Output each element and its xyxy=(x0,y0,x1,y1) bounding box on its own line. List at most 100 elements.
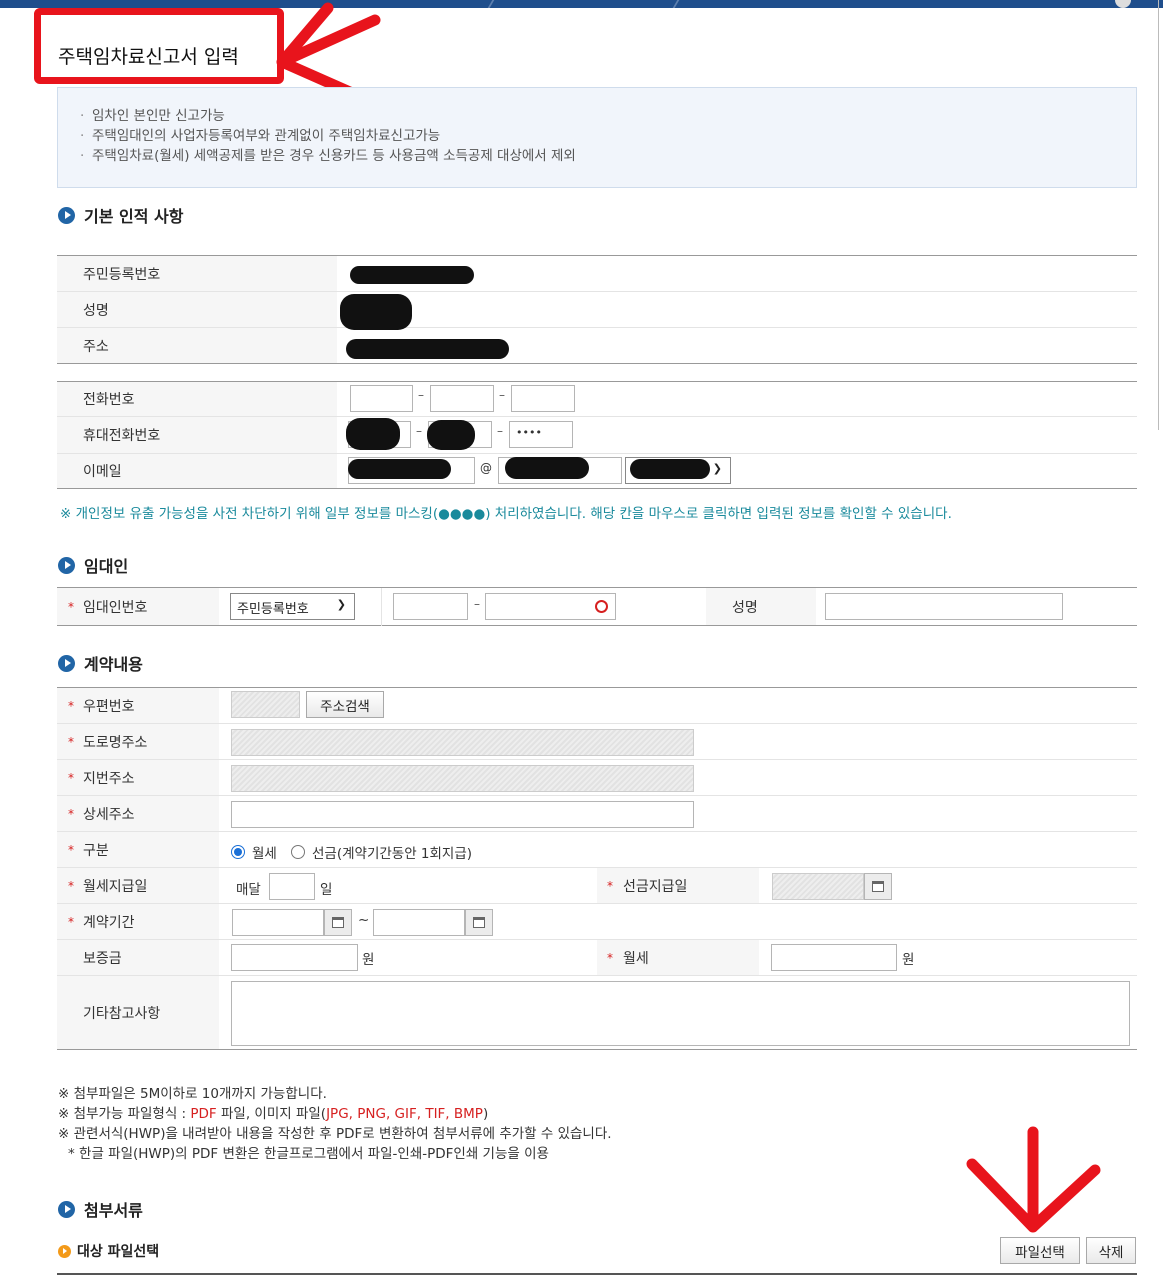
dash: – xyxy=(416,424,422,438)
period-start-field[interactable] xyxy=(232,909,324,936)
road-address-field[interactable] xyxy=(231,729,694,756)
table-row: 성명 xyxy=(57,292,1137,330)
info-box: 임차인 본인만 신고가능 주택임대인의 사업자등록여부와 관계없이 주택임차료신… xyxy=(57,87,1137,188)
won-unit: 원 xyxy=(362,952,375,968)
masked-value xyxy=(427,420,475,450)
table-row: 전화번호 xyxy=(57,382,1137,417)
type-label: * 구분 xyxy=(57,832,219,867)
note-text: 파일, 이미지 파일( xyxy=(216,1106,327,1122)
prepaid-date-field[interactable] xyxy=(772,873,864,900)
table-row: * 구분 xyxy=(57,832,1137,868)
masked-value xyxy=(505,457,589,479)
chevron-down-icon: ❯ xyxy=(336,598,346,611)
masked-value xyxy=(346,418,400,450)
landlord-id-label: * 임대인번호 xyxy=(57,588,219,625)
bullet-arrow-icon xyxy=(58,654,75,672)
label-text: 상세주소 xyxy=(83,806,135,823)
label-text: 우편번호 xyxy=(83,698,135,715)
mobile-label: 휴대전화번호 xyxy=(57,417,337,453)
detail-address-label: * 상세주소 xyxy=(57,796,219,831)
section-landlord-heading: 임대인 xyxy=(58,553,128,577)
masked-value xyxy=(630,459,710,479)
label-text: 선금지급일 xyxy=(623,878,688,895)
remarks-label: 기타참고사항 xyxy=(57,976,219,1049)
info-item: 임차인 본인만 신고가능 xyxy=(80,106,1114,126)
landlord-id-field-1[interactable] xyxy=(393,593,468,620)
zip-field[interactable] xyxy=(231,691,300,718)
label-text: 도로명주소 xyxy=(83,734,148,751)
address-label: 주소 xyxy=(57,328,337,363)
bullet-arrow-icon xyxy=(58,206,75,224)
required-mark: * xyxy=(607,878,613,893)
period-label: * 계약기간 xyxy=(57,904,219,939)
label-text: 지번주소 xyxy=(83,770,135,787)
masked-value xyxy=(348,459,451,479)
day-suffix: 일 xyxy=(320,882,333,898)
info-item: 주택임차료(월세) 세액공제를 받은 경우 신용카드 등 사용금액 소득공제 대… xyxy=(80,146,1114,166)
note-line: ※ 첨부가능 파일형식 : PDF 파일, 이미지 파일(JPG, PNG, G… xyxy=(58,1104,612,1124)
lot-address-field[interactable] xyxy=(231,765,694,792)
section-attachments-heading: 첨부서류 xyxy=(58,1197,143,1221)
privacy-notice: ※ 개인정보 유출 가능성을 사전 차단하기 위해 일부 정보를 마스킹(●●●… xyxy=(60,506,952,522)
note-line: * 한글 파일(HWP)의 PDF 변환은 한글프로그램에서 파일-인쇄-PDF… xyxy=(68,1146,549,1162)
calendar-icon[interactable] xyxy=(864,873,892,900)
annotation-highlight-box xyxy=(34,8,284,84)
monthly-rent-field[interactable] xyxy=(771,944,897,971)
monthly-prefix: 매달 xyxy=(236,882,261,898)
table-row: * 우편번호 xyxy=(57,688,1137,724)
bullet-arrow-icon xyxy=(58,1200,75,1218)
label-text: 성명 xyxy=(732,599,758,616)
note-line: ※ 관련서식(HWP)을 내려받아 내용을 작성한 후 PDF로 변환하여 첨부… xyxy=(58,1126,612,1142)
detail-address-field[interactable] xyxy=(231,801,694,828)
phone-field-1[interactable] xyxy=(350,385,413,412)
deposit-field[interactable] xyxy=(231,944,358,971)
dash: – xyxy=(418,388,424,402)
menu-icon[interactable] xyxy=(1115,0,1131,8)
type-prepaid-radio[interactable] xyxy=(291,845,305,859)
note-text: ) xyxy=(482,1106,489,1122)
landlord-id-type-select[interactable]: 주민등록번호 ❯ xyxy=(230,593,355,620)
chevron-down-icon: ❯ xyxy=(712,462,722,475)
breadcrumb-separator xyxy=(487,0,495,8)
required-mark: * xyxy=(68,599,74,614)
masked-value xyxy=(350,266,474,284)
required-mark: * xyxy=(68,770,74,785)
note-text: ※ 첨부가능 파일형식 : xyxy=(58,1106,191,1122)
dash: – xyxy=(474,597,480,611)
label-text: 월세지급일 xyxy=(83,878,148,895)
resident-no-label: 주민등록번호 xyxy=(57,256,337,291)
section-basic-heading: 기본 인적 사항 xyxy=(58,203,183,227)
required-mark: * xyxy=(68,806,74,821)
table-row: 주민등록번호 xyxy=(57,256,1137,292)
required-mark: * xyxy=(607,950,613,965)
bullet-arrow-icon xyxy=(58,1244,71,1258)
masked-value xyxy=(346,339,509,359)
phone-field-2[interactable] xyxy=(430,385,494,412)
label-text: 기타참고사항 xyxy=(83,1005,161,1022)
monthly-pay-day-field[interactable] xyxy=(269,873,315,900)
monthly-pay-day-label: * 월세지급일 xyxy=(57,868,219,903)
delete-button[interactable]: 삭제 xyxy=(1086,1237,1136,1264)
address-search-button[interactable]: 주소검색 xyxy=(306,691,384,718)
email-label: 이메일 xyxy=(57,454,337,488)
table-top-border xyxy=(57,1273,1137,1275)
remarks-textarea[interactable] xyxy=(231,981,1130,1046)
period-separator: ~ xyxy=(358,912,370,928)
period-end-field[interactable] xyxy=(373,909,465,936)
table-row: 주소 xyxy=(57,328,1137,364)
deposit-label: 보증금 xyxy=(57,940,219,975)
road-address-label: * 도로명주소 xyxy=(57,724,219,759)
mobile-field-3[interactable]: •••• xyxy=(509,421,573,448)
file-select-button[interactable]: 파일선택 xyxy=(1000,1237,1080,1264)
landlord-name-field[interactable] xyxy=(825,593,1063,620)
divider xyxy=(381,588,382,626)
required-mark: * xyxy=(68,878,74,893)
reveal-icon[interactable] xyxy=(595,600,608,613)
label-text: 월세 xyxy=(623,950,649,967)
calendar-icon[interactable] xyxy=(465,909,493,936)
required-mark: * xyxy=(68,734,74,749)
calendar-icon[interactable] xyxy=(324,909,352,936)
type-monthly-radio[interactable] xyxy=(231,845,245,859)
phone-field-3[interactable] xyxy=(511,385,575,412)
dash: – xyxy=(497,424,503,438)
